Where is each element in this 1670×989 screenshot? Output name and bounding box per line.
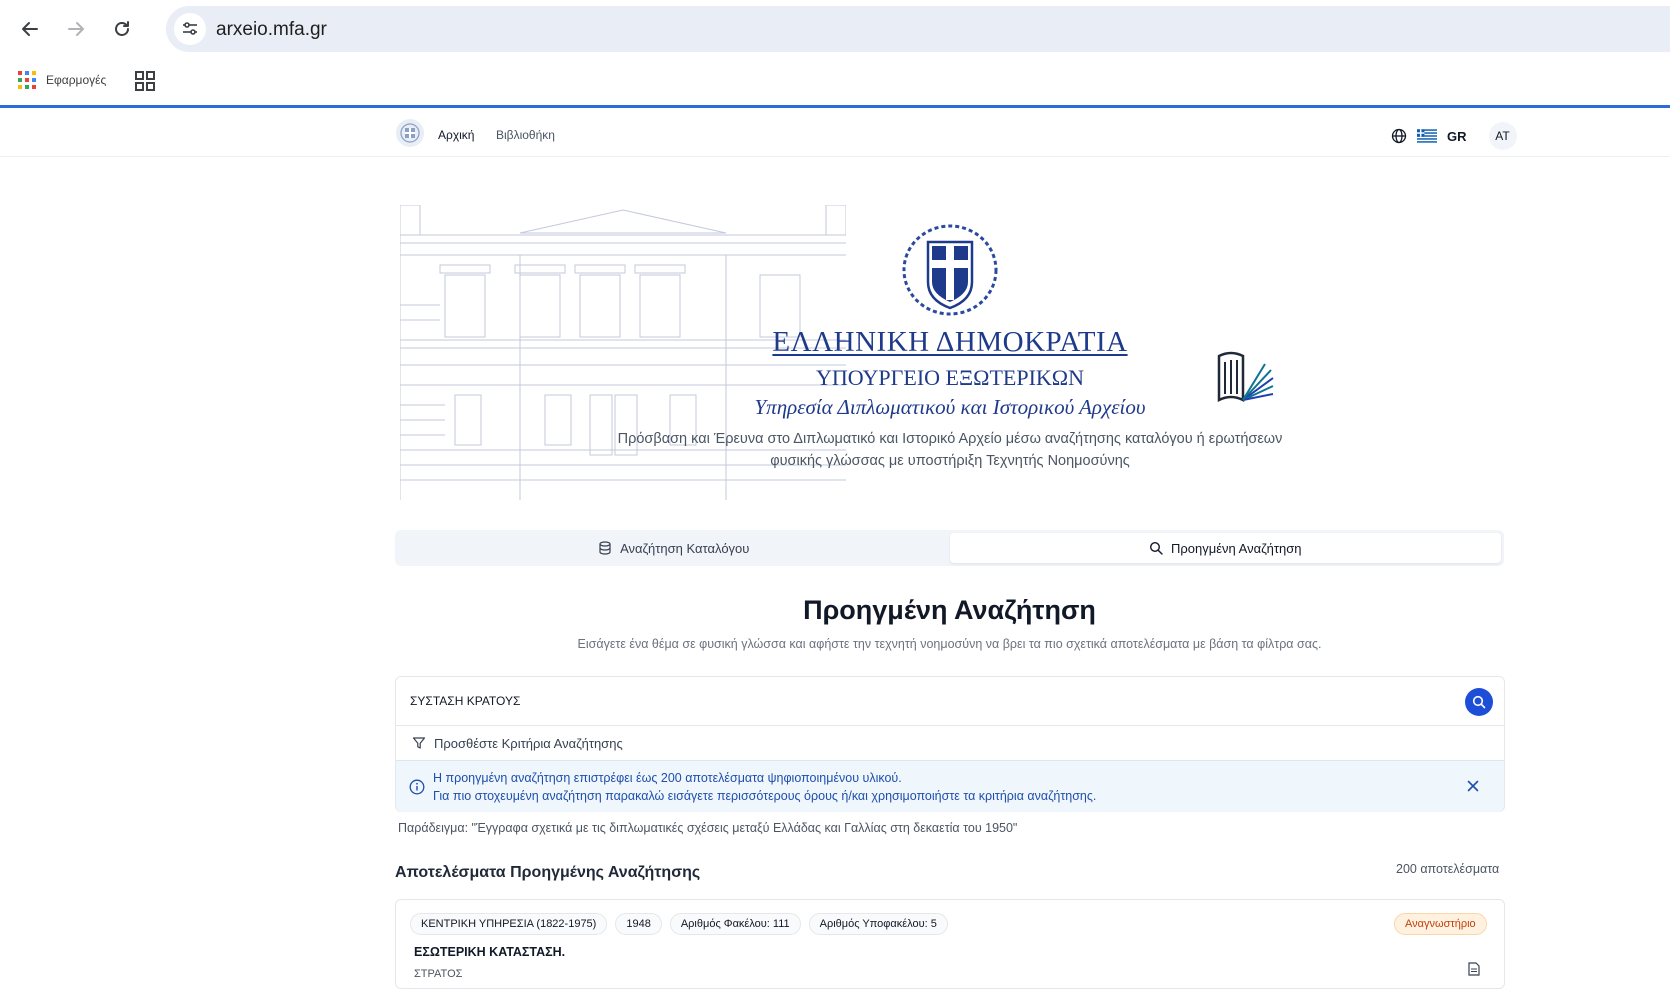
result-badge-folder: Αριθμός Φακέλου: 111 bbox=[669, 913, 801, 935]
info-alert-line1: Η προηγμένη αναζήτηση επιστρέφει έως 200… bbox=[433, 771, 902, 785]
add-criteria-label: Προσθέστε Κριτήρια Αναζήτησης bbox=[434, 735, 623, 751]
results-title: Αποτελέσματα Προηγμένης Αναζήτησης bbox=[395, 864, 701, 881]
result-subtitle: ΣΤΡΑΤΟΣ bbox=[414, 968, 463, 980]
tab-advanced-search[interactable]: Προηγμένη Αναζήτηση bbox=[949, 533, 1501, 563]
results-count: 200 αποτελέσματα bbox=[1396, 862, 1500, 876]
browser-toolbar: arxeio.mfa.gr bbox=[0, 0, 1670, 58]
hero-description-line2: φυσικής γλώσσας με υποστήριξη Τεχνητής Ν… bbox=[770, 453, 1130, 469]
reload-button[interactable] bbox=[107, 14, 137, 44]
apps-bookmark[interactable]: Εφαρμογές bbox=[18, 71, 106, 89]
search-icon bbox=[1150, 541, 1163, 555]
info-close-button[interactable] bbox=[1464, 777, 1482, 795]
access-badge: Αναγνωστήριο bbox=[1394, 913, 1487, 935]
result-badges: ΚΕΝΤΡΙΚΗ ΥΠΗΡΕΣΙΑ (1822-1975) 1948 Αριθμ… bbox=[410, 913, 948, 935]
back-button[interactable] bbox=[15, 14, 45, 44]
site-info-button[interactable] bbox=[174, 13, 206, 45]
search-row bbox=[396, 677, 1504, 726]
search-icon bbox=[1472, 695, 1486, 709]
advanced-search-subtitle: Εισάγετε ένα θέμα σε φυσική γλώσσα και α… bbox=[577, 637, 1322, 651]
tab-catalog-search[interactable]: Αναζήτηση Καταλόγου bbox=[398, 533, 950, 563]
hero-title-line2: ΥΠΟΥΡΓΕΙΟ ΕΞΩΤΕΡΙΚΩΝ bbox=[815, 365, 1085, 390]
site-logo[interactable] bbox=[396, 119, 424, 147]
search-example: Παράδειγμα: "Έγγραφα σχετικά με τις διπλ… bbox=[398, 821, 1018, 835]
address-bar[interactable]: arxeio.mfa.gr bbox=[166, 6, 1670, 52]
tune-icon bbox=[183, 22, 197, 35]
hero-description-line1: Πρόσβαση και Έρευνα στο Διπλωματικό και … bbox=[617, 431, 1283, 447]
database-icon bbox=[599, 541, 611, 555]
search-submit-button[interactable] bbox=[1465, 688, 1493, 716]
emblem-icon bbox=[400, 123, 420, 143]
archive-logo bbox=[1217, 351, 1274, 403]
close-icon bbox=[1467, 780, 1479, 792]
search-mode-tabs: Αναζήτηση Καταλόγου Προηγμένη Αναζήτηση bbox=[395, 530, 1504, 566]
greek-emblem bbox=[902, 224, 998, 316]
hero-title: ΕΛΛΗΝΙΚΗ ΔΗΜΟΚΡΑΤΙΑ ΥΠΟΥΡΓΕΙΟ ΕΞΩΤΕΡΙΚΩΝ… bbox=[700, 326, 1200, 420]
user-avatar[interactable]: AT bbox=[1488, 122, 1517, 150]
info-alert: Η προηγμένη αναζήτηση επιστρέφει έως 200… bbox=[396, 760, 1504, 812]
language-selector[interactable]: GR bbox=[1447, 129, 1467, 144]
hero-title-line1: ΕΛΛΗΝΙΚΗ ΔΗΜΟΚΡΑΤΙΑ bbox=[772, 326, 1128, 358]
nav-library-link[interactable]: Βιβλιοθήκη bbox=[496, 128, 555, 142]
result-badge-subfolder: Αριθμός Υποφακέλου: 5 bbox=[808, 913, 948, 935]
result-badge-service: ΚΕΝΤΡΙΚΗ ΥΠΗΡΕΣΙΑ (1822-1975) bbox=[410, 913, 608, 935]
advanced-search-card: Προσθέστε Κριτήρια Αναζήτησης Η προηγμέν… bbox=[395, 676, 1505, 812]
header-actions: GR AT bbox=[1391, 122, 1517, 150]
greek-flag-icon[interactable] bbox=[1417, 129, 1437, 143]
info-icon bbox=[409, 779, 425, 795]
bookmarks-bar: Εφαρμογές bbox=[0, 58, 1670, 108]
result-card[interactable]: ΚΕΝΤΡΙΚΗ ΥΠΗΡΕΣΙΑ (1822-1975) 1948 Αριθμ… bbox=[395, 899, 1505, 989]
nav-home-link[interactable]: Αρχική bbox=[438, 128, 474, 142]
advanced-search-title: Προηγμένη Αναζήτηση bbox=[803, 595, 1096, 625]
result-title[interactable]: ΕΣΩΤΕΡΙΚΗ ΚΑΤΑΣΤΑΣΗ. bbox=[414, 945, 565, 959]
tab-groups-button[interactable] bbox=[134, 70, 156, 97]
reload-icon bbox=[115, 21, 129, 36]
hero-title-line3: Υπηρεσία Διπλωματικού και Ιστορικού Αρχε… bbox=[754, 395, 1146, 419]
add-criteria-button[interactable]: Προσθέστε Κριτήρια Αναζήτησης bbox=[396, 726, 1504, 760]
site-header: Αρχική Βιβλιοθήκη GR AT bbox=[0, 111, 1670, 157]
arrow-right-icon bbox=[68, 22, 84, 36]
grid-icon bbox=[135, 71, 155, 91]
tab-advanced-label: Προηγμένη Αναζήτηση bbox=[1171, 540, 1302, 556]
info-alert-line2: Για πιο στοχευμένη αναζήτηση παρακαλώ ει… bbox=[433, 789, 1097, 803]
filter-icon bbox=[412, 737, 426, 749]
advanced-search-input[interactable] bbox=[410, 690, 1410, 712]
apps-bookmark-label: Εφαρμογές bbox=[46, 73, 107, 87]
tab-catalog-label: Αναζήτηση Καταλόγου bbox=[620, 540, 750, 556]
forward-button[interactable] bbox=[61, 14, 91, 44]
arrow-left-icon bbox=[22, 22, 38, 36]
apps-grid-icon bbox=[18, 71, 36, 89]
result-badge-year: 1948 bbox=[615, 913, 662, 935]
globe-icon bbox=[1391, 128, 1407, 144]
hero-description: Πρόσβαση και Έρευνα στο Διπλωματικό και … bbox=[600, 428, 1300, 472]
url-text[interactable]: arxeio.mfa.gr bbox=[216, 19, 327, 41]
